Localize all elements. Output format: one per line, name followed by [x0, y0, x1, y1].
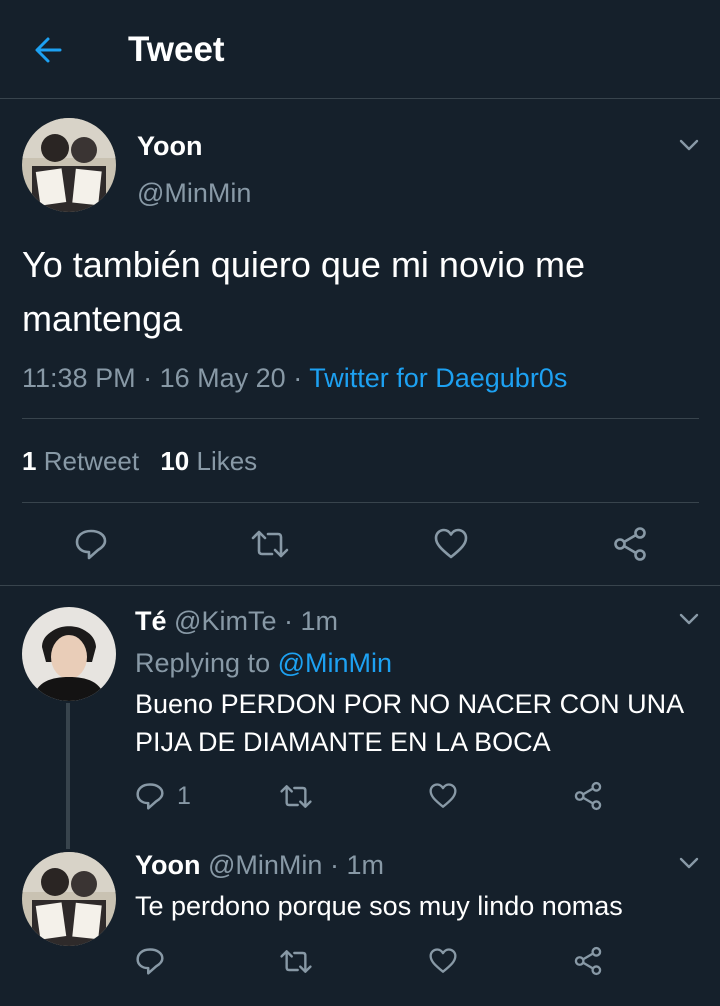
reply-1-retweet-button[interactable] — [279, 782, 313, 811]
like-icon — [429, 948, 457, 973]
avatar-photo-icon — [22, 607, 116, 701]
separator-dot: · — [329, 850, 339, 880]
tweet-date: 16 May 20 — [159, 363, 286, 393]
chevron-down-icon — [679, 613, 699, 625]
separator-dot: · — [143, 363, 153, 393]
reply-1-handle[interactable]: @KimTe — [174, 606, 276, 636]
like-icon — [434, 528, 468, 559]
reply-2-retweet-button[interactable] — [279, 947, 313, 976]
chevron-down-icon — [679, 139, 699, 151]
retweet-icon — [280, 950, 312, 973]
tweet-menu-button[interactable] — [676, 132, 702, 158]
like-count: 10 — [160, 446, 190, 476]
reply-1-header: Té @KimTe · 1m — [135, 606, 338, 637]
reply-2-avatar[interactable] — [22, 852, 116, 946]
page-title: Tweet — [128, 30, 225, 69]
reply-1-time: 1m — [300, 606, 339, 636]
reply-2-text-line-1: Te perdono porque sos muy lindo nomas — [135, 891, 623, 921]
replying-to-label: Replying to — [135, 648, 271, 678]
chevron-down-icon — [679, 857, 699, 869]
reply-1-reply-count: 1 — [177, 781, 191, 810]
reply-button[interactable] — [74, 527, 108, 561]
separator-dot: · — [293, 363, 303, 393]
like-icon — [429, 783, 457, 808]
tweet-meta: 11:38 PM · 16 May 20 · Twitter for Daegu… — [22, 363, 567, 394]
reply-2-time: 1m — [346, 850, 384, 880]
replying-to-handle[interactable]: @MinMin — [278, 648, 392, 678]
reply-1-reply-button[interactable]: 1 — [135, 781, 191, 811]
reply-2-header: Yoon @MinMin · 1m — [135, 850, 384, 881]
share-icon — [574, 781, 602, 811]
retweet-button[interactable] — [250, 527, 290, 561]
reply-1-menu-button[interactable] — [676, 606, 702, 632]
retweet-count: 1 — [22, 446, 37, 476]
reply-2-share-button[interactable] — [573, 946, 603, 976]
reply-1-text-line-2: PIJA DE DIAMANTE EN LA BOCA — [135, 727, 551, 757]
reply-1-replying-to: Replying to @MinMin — [135, 648, 392, 679]
reply-2-handle[interactable]: @MinMin — [208, 850, 322, 880]
reply-1-share-button[interactable] — [573, 781, 603, 811]
share-button[interactable] — [612, 526, 648, 562]
reply-1-like-button[interactable] — [428, 782, 458, 810]
reply-2-like-button[interactable] — [428, 947, 458, 975]
tweet-source-link[interactable]: Twitter for Daegubr0s — [309, 363, 567, 393]
header-bar: Tweet — [0, 0, 720, 98]
reply-1-avatar[interactable] — [22, 607, 116, 701]
avatar-photo-icon — [22, 118, 116, 212]
retweet-icon — [280, 785, 312, 808]
back-button[interactable] — [26, 30, 70, 70]
reply-2-menu-button[interactable] — [676, 850, 702, 876]
stats-divider-top — [22, 418, 699, 419]
reply-icon — [75, 529, 107, 560]
stats-divider-bottom — [22, 502, 699, 503]
reply-icon — [136, 783, 164, 810]
user-handle[interactable]: @MinMin — [137, 178, 251, 209]
like-button[interactable] — [433, 527, 469, 561]
separator-dot: · — [283, 606, 293, 636]
reply-1-text-line-1: Bueno PERDON POR NO NACER CON UNA — [135, 689, 685, 719]
retweet-label: Retweet — [43, 446, 140, 476]
display-name[interactable]: Yoon — [137, 131, 202, 162]
reply-1-display-name[interactable]: Té — [135, 606, 167, 636]
back-arrow-icon — [35, 37, 62, 63]
like-label: Likes — [196, 446, 258, 476]
likes-stat[interactable]: 10 Likes — [160, 446, 257, 476]
header-divider — [0, 98, 720, 99]
avatar[interactable] — [22, 118, 116, 212]
thread-divider — [0, 585, 720, 586]
share-icon — [614, 527, 646, 561]
retweet-icon — [251, 530, 289, 558]
reply-2-display-name[interactable]: Yoon — [135, 850, 200, 880]
retweets-stat[interactable]: 1 Retweet — [22, 446, 146, 476]
tweet-text-line-1: Yo también quiero que mi novio me — [22, 244, 586, 285]
avatar-photo-icon — [22, 852, 116, 946]
thread-connector-line — [66, 703, 70, 849]
reply-2-reply-button[interactable] — [135, 946, 165, 976]
tweet-time: 11:38 PM — [22, 363, 136, 393]
tweet-stats: 1 Retweet 10 Likes — [22, 446, 257, 477]
reply-icon — [136, 948, 164, 975]
share-icon — [574, 946, 602, 976]
tweet-text-line-2: mantenga — [22, 298, 183, 339]
